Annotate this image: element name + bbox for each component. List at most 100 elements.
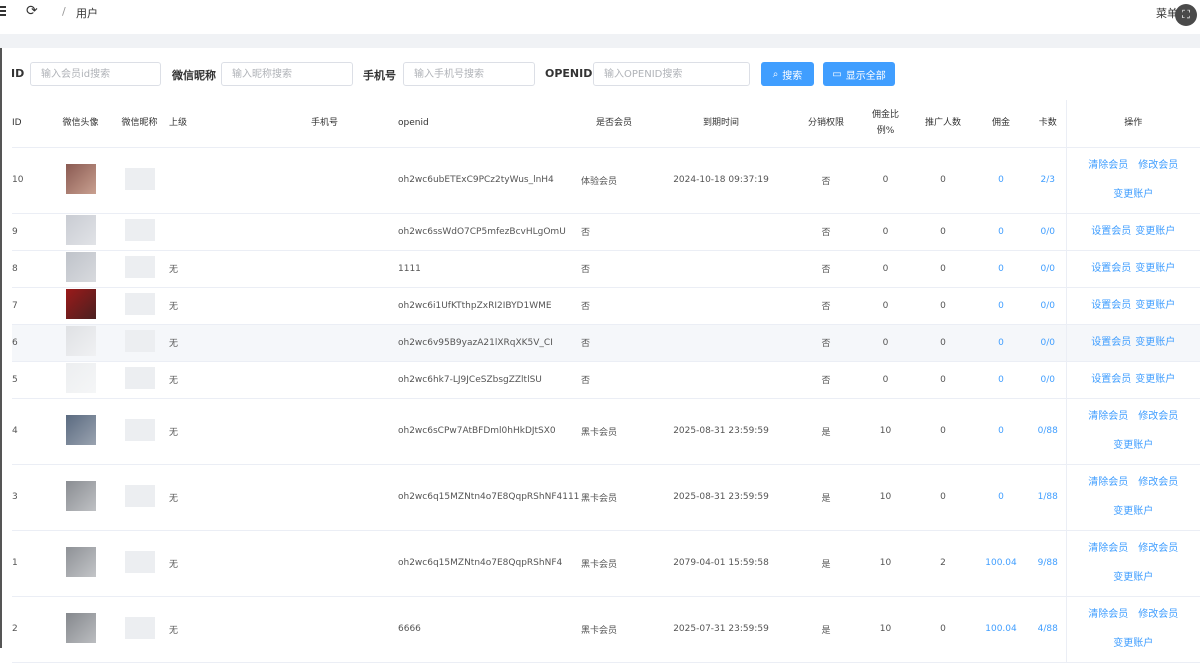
header-openid: openid [398, 100, 581, 148]
header-dist: 分销权限 [795, 100, 857, 148]
cell-dist: 否 [795, 361, 857, 399]
screenshot-tool-icon[interactable]: ⛶ [1175, 4, 1197, 26]
op-link[interactable]: 修改会员 [1138, 543, 1178, 554]
cell-id: 1 [12, 530, 51, 597]
cell-ratio: 0 [857, 324, 914, 362]
cell-member: 黑卡会员 [581, 464, 647, 531]
cell-id: 5 [12, 361, 51, 399]
header-cards: 卡数 [1030, 100, 1066, 148]
header-promo: 推广人数 [914, 100, 972, 148]
cell-parent: 无 [169, 361, 251, 399]
cell-ops: 清除会员 修改会员变更账户 [1065, 398, 1200, 465]
nickname-search-input[interactable] [221, 62, 353, 86]
nickname-blurred [124, 293, 155, 315]
id-search-input[interactable] [30, 62, 161, 86]
table-row: 1 无 oh2wc6q15MZNtn4o7E8QqpRShNF4 黑卡会员 2079-0… [12, 530, 1200, 597]
cell-expire [647, 250, 795, 288]
op-link[interactable]: 修改会员 [1138, 477, 1178, 488]
cell-nickname [110, 398, 169, 465]
op-link[interactable]: 设置会员 [1091, 374, 1131, 385]
avatar [65, 215, 96, 245]
cell-nickname [110, 324, 169, 362]
op-link[interactable]: 变更账户 [1113, 572, 1153, 583]
cell-expire: 2025-08-31 23:59:59 [647, 398, 795, 465]
cell-ratio: 0 [857, 147, 914, 214]
search-bar: ID 微信昵称 手机号 OPENID ⌕搜索 ▭显示全部 [0, 60, 1200, 90]
op-link[interactable]: 变更账户 [1135, 226, 1175, 237]
op-link[interactable]: 变更账户 [1135, 374, 1175, 385]
cell-dist: 否 [795, 250, 857, 288]
show-all-button[interactable]: ▭ 显示全部 [823, 62, 895, 86]
search-button[interactable]: ⌕ 搜索 [761, 62, 814, 86]
cell-member: 否 [581, 250, 647, 288]
avatar [65, 480, 96, 511]
cell-promo: 0 [914, 287, 972, 325]
cell-phone [251, 287, 398, 325]
cell-openid: oh2wc6sCPw7AtBFDml0hHkDJtSX0 [398, 398, 581, 465]
cell-ops: 清除会员 修改会员变更账户 [1065, 530, 1200, 597]
cell-commission: 0 [972, 213, 1030, 251]
op-link[interactable]: 清除会员 [1088, 477, 1128, 488]
cell-expire: 2024-10-18 09:37:19 [647, 147, 795, 214]
cell-parent: 无 [169, 324, 251, 362]
op-link[interactable]: 变更账户 [1113, 506, 1153, 517]
op-link[interactable]: 变更账户 [1113, 189, 1153, 200]
op-link[interactable]: 变更账户 [1113, 440, 1153, 451]
cell-avatar [51, 324, 110, 362]
cell-member: 体验会员 [581, 147, 647, 214]
header-member: 是否会员 [581, 100, 647, 148]
avatar [65, 163, 96, 194]
op-link[interactable]: 修改会员 [1138, 411, 1178, 422]
window-edge [0, 0, 2, 648]
op-link[interactable]: 清除会员 [1088, 609, 1128, 620]
refresh-icon[interactable]: ⟳ [26, 3, 38, 19]
cell-dist: 是 [795, 398, 857, 465]
op-link[interactable]: 变更账户 [1135, 263, 1175, 274]
cell-id: 2 [12, 596, 51, 663]
op-link[interactable]: 变更账户 [1113, 638, 1153, 649]
op-link[interactable]: 设置会员 [1091, 300, 1131, 311]
phone-search-input[interactable] [403, 62, 535, 86]
op-link[interactable]: 变更账户 [1135, 300, 1175, 311]
op-link[interactable]: 清除会员 [1088, 160, 1128, 171]
cell-openid: oh2wc6hk7-LJ9JCeSZbsgZZltlSU [398, 361, 581, 399]
cell-parent [169, 213, 251, 251]
nickname-blurred [124, 616, 155, 639]
cell-cards: 0/0 [1030, 324, 1066, 362]
cell-id: 4 [12, 398, 51, 465]
cell-ops: 清除会员 修改会员变更账户 [1065, 464, 1200, 531]
cell-member: 否 [581, 324, 647, 362]
cell-ops: 设置会员 变更账户 [1065, 250, 1200, 288]
op-link[interactable]: 修改会员 [1138, 160, 1178, 171]
cell-parent: 无 [169, 530, 251, 597]
cell-dist: 是 [795, 530, 857, 597]
op-link[interactable]: 清除会员 [1088, 411, 1128, 422]
avatar [65, 252, 96, 282]
header-commission: 佣金 [972, 100, 1030, 148]
cell-member: 黑卡会员 [581, 530, 647, 597]
cell-cards: 0/0 [1030, 287, 1066, 325]
op-link[interactable]: 设置会员 [1091, 337, 1131, 348]
op-link[interactable]: 设置会员 [1091, 226, 1131, 237]
op-link[interactable]: 清除会员 [1088, 543, 1128, 554]
avatar [65, 414, 96, 445]
cell-openid: 1111 [398, 250, 581, 288]
cell-promo: 2 [914, 530, 972, 597]
cell-ratio: 0 [857, 213, 914, 251]
cell-ops: 设置会员 变更账户 [1065, 213, 1200, 251]
cell-ratio: 10 [857, 464, 914, 531]
op-link[interactable]: 修改会员 [1138, 609, 1178, 620]
cell-expire [647, 213, 795, 251]
cell-avatar [51, 464, 110, 531]
hamburger-menu-icon[interactable] [0, 6, 8, 16]
header-expire: 到期时间 [647, 100, 795, 148]
cell-openid: oh2wc6ssWdO7CP5mfezBcvHLgOmU [398, 213, 581, 251]
openid-search-input[interactable] [593, 62, 750, 86]
cell-avatar [51, 250, 110, 288]
cell-expire [647, 324, 795, 362]
cell-avatar [51, 213, 110, 251]
nickname-blurred [124, 484, 155, 507]
op-link[interactable]: 设置会员 [1091, 263, 1131, 274]
op-link[interactable]: 变更账户 [1135, 337, 1175, 348]
cell-member: 否 [581, 213, 647, 251]
